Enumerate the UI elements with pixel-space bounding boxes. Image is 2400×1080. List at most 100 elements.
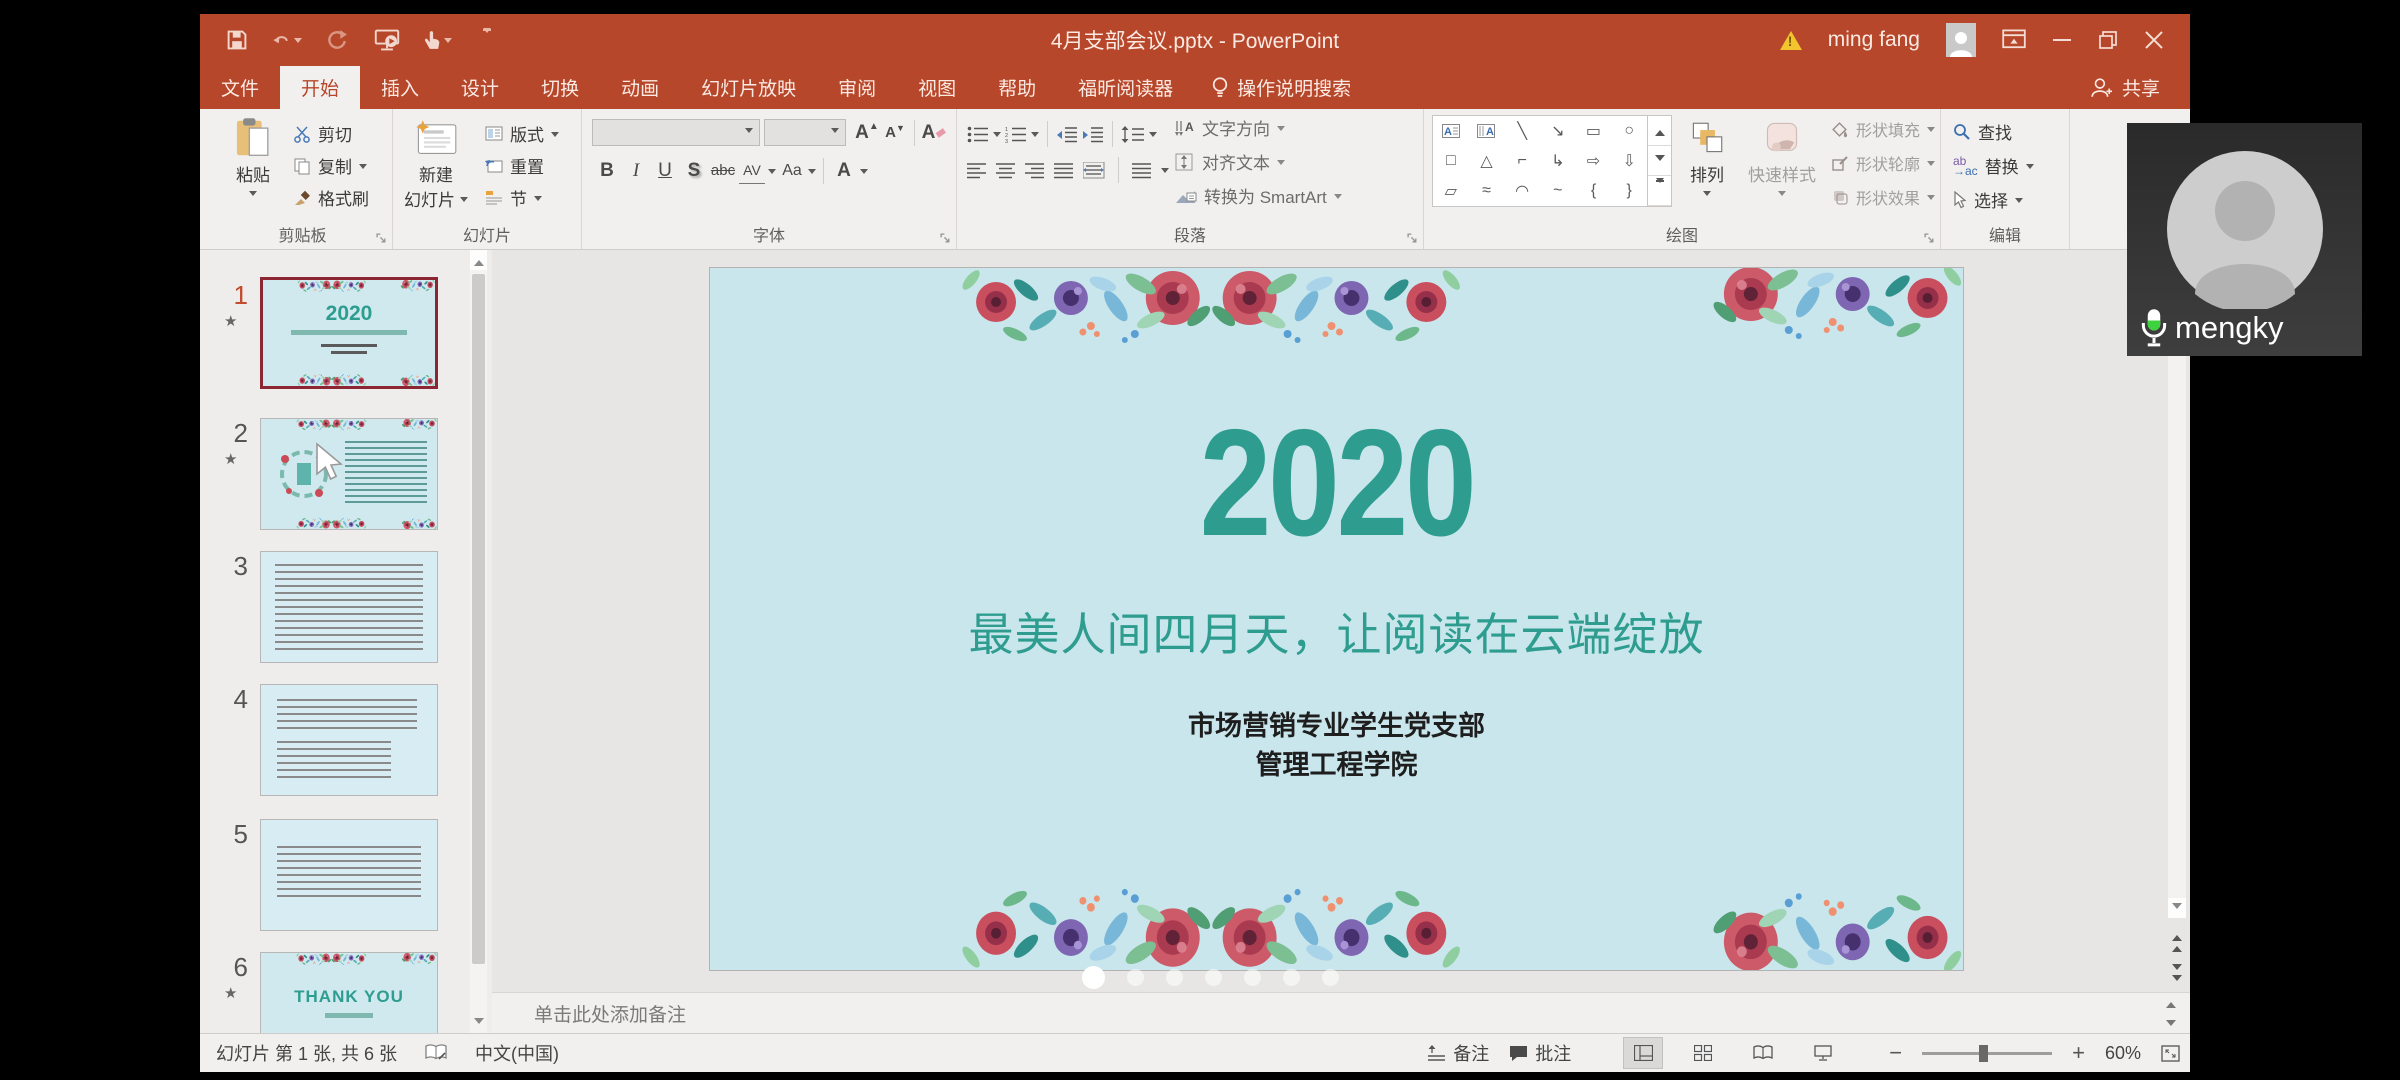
select-button[interactable]: 选择 bbox=[1953, 187, 2023, 212]
notes-toggle-button[interactable]: 备注 bbox=[1428, 1040, 1489, 1066]
slide-thumbnail-6[interactable]: THANK YOU bbox=[260, 952, 438, 1033]
slide-canvas[interactable]: 2020 最美人间四月天，让阅读在云端绽放 市场营销专业学生党支部 管理工程学院 bbox=[709, 267, 1964, 971]
close-button[interactable] bbox=[2144, 30, 2164, 50]
align-left-icon[interactable] bbox=[967, 162, 987, 179]
font-dialog-launcher[interactable] bbox=[940, 233, 951, 244]
arrange-button[interactable]: 排列 bbox=[1678, 113, 1736, 221]
minimize-button[interactable] bbox=[2052, 38, 2072, 42]
shape-triangle-icon[interactable]: △ bbox=[1480, 151, 1492, 171]
align-right-icon[interactable] bbox=[1025, 162, 1045, 179]
format-painter-button[interactable]: 格式刷 bbox=[293, 185, 369, 210]
drawing-dialog-launcher[interactable] bbox=[1924, 233, 1935, 244]
replace-button[interactable]: ab→ac 替换 bbox=[1953, 153, 2034, 178]
increase-font-size-button[interactable]: A▲ bbox=[854, 119, 880, 146]
slide-thumbnail-2[interactable] bbox=[260, 418, 438, 530]
paragraph-dialog-launcher[interactable] bbox=[1407, 233, 1418, 244]
warning-icon[interactable] bbox=[1780, 31, 1802, 50]
undo-icon[interactable] bbox=[272, 27, 302, 53]
smartart-dropdown[interactable] bbox=[1334, 194, 1342, 203]
underline-button[interactable]: U bbox=[652, 157, 678, 184]
section-dropdown[interactable] bbox=[534, 196, 542, 205]
ribbon-display-options-icon[interactable] bbox=[2002, 29, 2026, 51]
restore-button[interactable] bbox=[2098, 30, 2118, 50]
shape-right-arrow-icon[interactable]: ⇨ bbox=[1587, 151, 1600, 171]
character-spacing-dropdown[interactable] bbox=[768, 169, 776, 178]
zoom-slider-thumb[interactable] bbox=[1979, 1045, 1988, 1062]
tab-foxit-reader[interactable]: 福昕阅读器 bbox=[1057, 66, 1194, 109]
line-spacing-icon[interactable] bbox=[1121, 126, 1145, 143]
font-color-button[interactable]: A bbox=[831, 157, 857, 184]
fit-to-window-button[interactable] bbox=[2161, 1045, 2180, 1062]
select-dropdown[interactable] bbox=[2015, 198, 2023, 207]
change-case-button[interactable]: Aa bbox=[779, 157, 805, 184]
decrease-indent-icon[interactable] bbox=[1056, 126, 1078, 143]
slide-thumbnail-1[interactable]: 2020 bbox=[260, 277, 438, 389]
justify-icon[interactable] bbox=[1054, 162, 1074, 179]
shapes-scroll-down[interactable] bbox=[1648, 146, 1671, 176]
font-size-dropdown[interactable] bbox=[831, 128, 839, 137]
bold-button[interactable]: B bbox=[594, 157, 620, 184]
shape-outline-dropdown[interactable] bbox=[1927, 161, 1935, 170]
change-case-dropdown[interactable] bbox=[808, 169, 816, 178]
thumbnail-scrollbar-thumb[interactable] bbox=[472, 274, 485, 964]
slide-thumbnail-5[interactable] bbox=[260, 819, 438, 931]
thumbnail-scroll-up[interactable] bbox=[470, 250, 487, 270]
section-button[interactable]: 节 bbox=[485, 185, 542, 210]
notes-scroll-down[interactable] bbox=[2166, 1020, 2176, 1031]
shape-arrow-icon[interactable]: ↘ bbox=[1551, 121, 1564, 141]
account-avatar[interactable] bbox=[1946, 23, 1976, 57]
tab-slideshow[interactable]: 幻灯片放映 bbox=[680, 66, 817, 109]
repeat-icon[interactable] bbox=[322, 27, 352, 53]
account-user-name[interactable]: ming fang bbox=[1828, 28, 1920, 52]
layout-button[interactable]: 版式 bbox=[485, 121, 559, 146]
shape-curve-icon[interactable]: ~ bbox=[1553, 182, 1562, 200]
next-slide-button[interactable] bbox=[2172, 964, 2182, 986]
zoom-level[interactable]: 60% bbox=[2105, 1043, 2141, 1064]
new-slide-dropdown[interactable] bbox=[460, 197, 468, 206]
copy-button[interactable]: 复制 bbox=[293, 153, 367, 178]
clear-formatting-button[interactable]: A bbox=[921, 119, 947, 146]
align-text-button[interactable]: 对齐文本 bbox=[1175, 149, 1285, 174]
shape-effects-button[interactable]: 形状效果 bbox=[1832, 185, 1935, 209]
previous-slide-button[interactable] bbox=[2172, 930, 2182, 952]
shape-oval-icon[interactable]: ○ bbox=[1624, 122, 1634, 140]
font-name-dropdown[interactable] bbox=[745, 128, 753, 137]
undo-dropdown[interactable] bbox=[294, 38, 302, 47]
tab-help[interactable]: 帮助 bbox=[977, 66, 1057, 109]
quick-styles-button[interactable]: 快速样式 bbox=[1740, 113, 1824, 221]
shape-textbox-icon[interactable]: A bbox=[1442, 124, 1460, 138]
shapes-scroll-up[interactable] bbox=[1648, 116, 1671, 146]
tell-me-search[interactable]: 操作说明搜索 bbox=[1194, 66, 1369, 109]
columns-icon[interactable] bbox=[1132, 162, 1152, 179]
shape-elbow-connector-icon[interactable]: ⌐ bbox=[1517, 152, 1526, 170]
quick-styles-dropdown[interactable] bbox=[1778, 191, 1786, 200]
shape-outline-button[interactable]: 形状轮廓 bbox=[1832, 151, 1935, 175]
start-slideshow-icon[interactable] bbox=[372, 27, 402, 53]
text-direction-button[interactable]: A 文字方向 bbox=[1175, 115, 1285, 140]
decrease-font-size-button[interactable]: A▼ bbox=[882, 119, 908, 146]
shape-left-brace-icon[interactable]: { bbox=[1591, 182, 1596, 200]
paste-button[interactable]: 粘贴 bbox=[221, 113, 285, 221]
clipboard-dialog-launcher[interactable] bbox=[376, 233, 387, 244]
arrange-dropdown[interactable] bbox=[1703, 191, 1711, 200]
slide-sorter-view-button[interactable] bbox=[1683, 1037, 1723, 1069]
slideshow-view-button[interactable] bbox=[1803, 1037, 1843, 1069]
numbering-icon[interactable]: 123 bbox=[1005, 126, 1027, 143]
layout-dropdown[interactable] bbox=[551, 132, 559, 141]
paste-dropdown[interactable] bbox=[249, 191, 257, 200]
align-text-dropdown[interactable] bbox=[1277, 160, 1285, 169]
replace-dropdown[interactable] bbox=[2026, 164, 2034, 173]
tab-review[interactable]: 审阅 bbox=[817, 66, 897, 109]
slide-position-indicator[interactable]: 幻灯片 第 1 张, 共 6 张 bbox=[216, 1040, 397, 1066]
save-icon[interactable] bbox=[222, 27, 252, 53]
tab-animations[interactable]: 动画 bbox=[600, 66, 680, 109]
shape-vertical-textbox-icon[interactable]: A bbox=[1477, 124, 1495, 138]
shape-fill-button[interactable]: 形状填充 bbox=[1832, 117, 1935, 141]
tab-view[interactable]: 视图 bbox=[897, 66, 977, 109]
font-color-dropdown[interactable] bbox=[860, 169, 868, 178]
copy-dropdown[interactable] bbox=[359, 164, 367, 173]
slide-thumbnail-3[interactable] bbox=[260, 551, 438, 663]
touch-mode-dropdown[interactable] bbox=[444, 38, 452, 47]
shape-freeform-icon[interactable]: ▱ bbox=[1445, 181, 1457, 201]
tab-file[interactable]: 文件 bbox=[200, 66, 280, 109]
